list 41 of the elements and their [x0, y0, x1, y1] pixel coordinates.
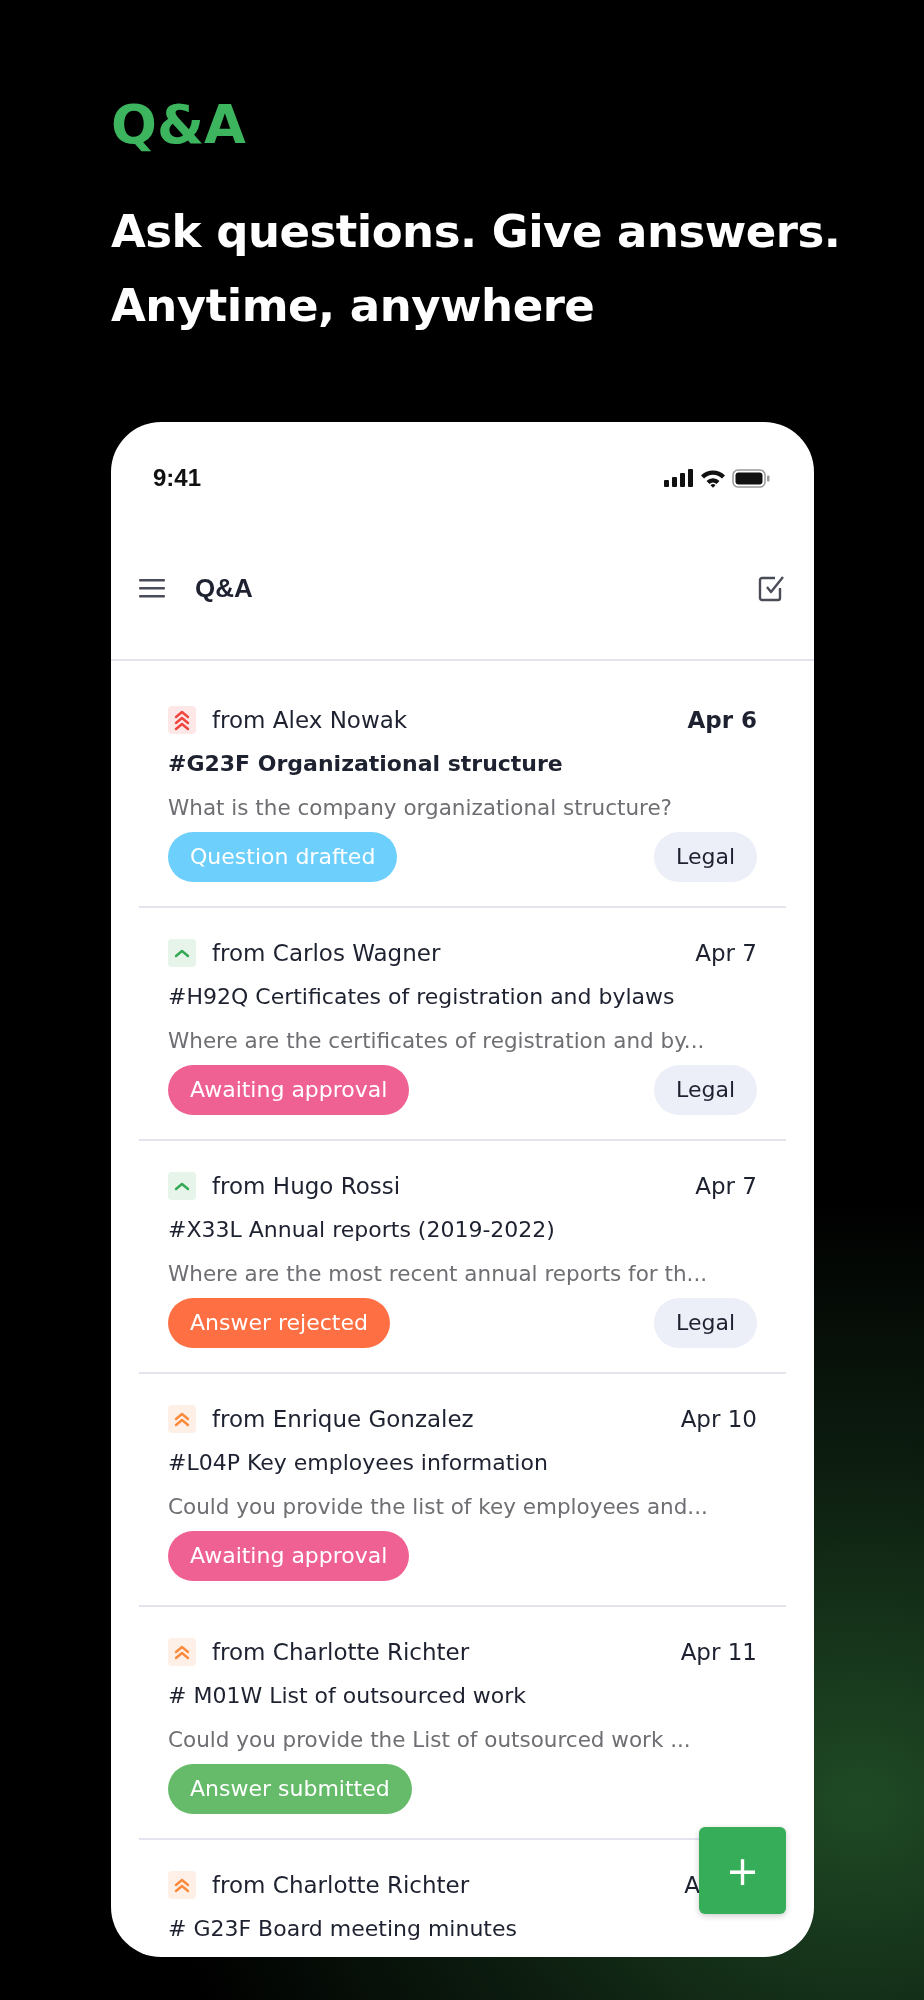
app-title: Q&A: [195, 572, 254, 604]
sender-name: from Charlotte Richter: [212, 1639, 471, 1665]
question-date: A: [684, 1872, 700, 1898]
checkbox-icon[interactable]: [758, 574, 786, 602]
category-tag: Legal: [654, 832, 757, 882]
category-tag: Legal: [654, 1065, 757, 1115]
sender-name: from Charlotte Richter: [212, 1872, 471, 1898]
status-badge: Awaiting approval: [168, 1065, 410, 1115]
question-title[interactable]: #H92Q Certificates of registration and bylaws: [168, 975, 675, 1019]
status-badge: Question drafted: [168, 832, 398, 882]
wifi-icon: [700, 468, 726, 488]
question-date: Apr 7: [695, 1173, 757, 1199]
question-title[interactable]: # M01W List of outsourced work: [168, 1674, 527, 1718]
question-date: Apr 7: [695, 940, 757, 966]
question-date: Apr 11: [680, 1639, 757, 1665]
sender-name: from Carlos Wagner: [212, 940, 442, 966]
question-title[interactable]: #G23F Organizational structure: [168, 742, 563, 786]
sender-name: from Enrique Gonzalez: [212, 1406, 475, 1432]
question-preview: Where are the most recent annual reports for th...: [168, 1260, 709, 1288]
status-badge: Answer submitted: [168, 1764, 412, 1814]
headline: Q&A: [111, 92, 247, 158]
tagline: Ask questions. Give answers.: [111, 204, 842, 260]
status-badge: Awaiting approval: [168, 1531, 410, 1581]
question-preview: Where are the certificates of registration and by...: [168, 1027, 706, 1055]
question-date: Apr 10: [680, 1406, 757, 1432]
tagline: Anytime, anywhere: [111, 278, 596, 334]
signal-icon: [664, 469, 694, 487]
sender-name: from Hugo Rossi: [212, 1173, 402, 1199]
status-badge: Answer rejected: [168, 1298, 390, 1348]
category-tag: Legal: [654, 1298, 757, 1348]
menu-icon[interactable]: [139, 578, 165, 598]
question-date: Apr 6: [687, 707, 757, 733]
question-preview: Could you provide the List of outsourced work ...: [168, 1726, 692, 1754]
battery-icon: [732, 468, 770, 488]
question-title[interactable]: #L04P Key employees information: [168, 1441, 548, 1485]
status-time: 9:41: [153, 464, 202, 492]
question-title[interactable]: # G23F Board meeting minutes: [168, 1907, 517, 1951]
question-preview: What is the company organizational structure?: [168, 794, 674, 822]
question-preview: Could you provide the list of key employees and...: [168, 1493, 709, 1521]
sender-name: from Alex Nowak: [212, 707, 409, 733]
question-title[interactable]: #X33L Annual reports (2019-2022): [168, 1208, 555, 1252]
